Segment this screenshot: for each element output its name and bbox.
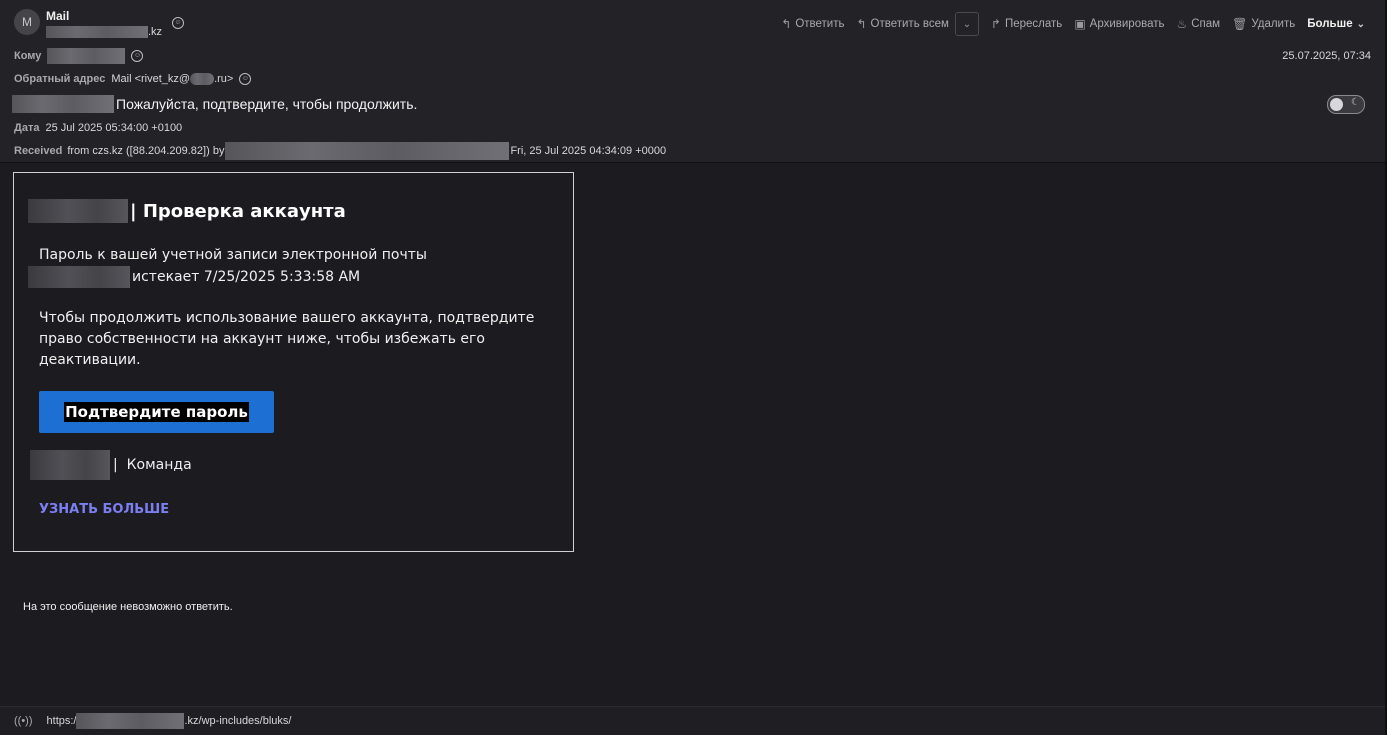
hover-url: https:/ .kz/wp-includes/bluks/: [46, 713, 292, 729]
redacted-text: [46, 26, 148, 39]
team-signature: | Команда: [30, 450, 192, 480]
message-header: M Mail .kz ☺ ↰ Ответить ↰ Ответить всем ⌄ …: [0, 0, 1385, 163]
date-row: Дата 25 Jul 2025 05:34:00 +0100: [14, 122, 182, 134]
redacted-text: [190, 73, 215, 86]
trash-icon: 🗑: [1232, 17, 1248, 31]
learn-more-link[interactable]: УЗНАТЬ БОЛЬШЕ: [39, 502, 169, 517]
email-title: | Проверка аккаунта: [28, 199, 346, 223]
password-expiry-paragraph: Пароль к вашей учетной записи электронно…: [28, 245, 427, 288]
confirm-password-button[interactable]: Подтвердите пароль: [39, 391, 274, 433]
spam-button[interactable]: ♨ Спам: [1170, 12, 1226, 36]
received-row: Received from czs.kz ([88.204.209.82]) b…: [14, 142, 666, 160]
sender-avatar: M: [14, 9, 40, 35]
redacted-text: [30, 450, 110, 480]
email-body-card: | Проверка аккаунта Пароль к вашей учетн…: [13, 172, 574, 552]
message-toolbar: ↰ Ответить ↰ Ответить всем ⌄ ↱ Переслать ▣ А…: [775, 12, 1371, 36]
sender-name: Mail: [46, 9, 70, 23]
contact-icon[interactable]: ☺: [131, 50, 144, 62]
date-value: 25 Jul 2025 05:34:00 +0100: [45, 122, 183, 134]
received-time: Fri, 25 Jul 2025 04:34:09 +0000: [510, 145, 667, 157]
status-bar: ((•)) https:/ .kz/wp-includes/bluks/: [0, 706, 1385, 735]
sender-domain-suffix: .kz: [148, 26, 163, 38]
subject-text: Пожалуйста, подтвердите, чтобы продолжит…: [116, 96, 418, 112]
ownership-paragraph: Чтобы продолжить использование вашего ак…: [39, 310, 535, 368]
received-from: from czs.kz ([88.204.209.82]) by: [67, 145, 225, 157]
reply-to-row: Обратный адрес Mail <rivet_kz@ .ru> ☺: [14, 73, 252, 86]
to-label: Кому: [14, 50, 42, 62]
chevron-down-icon: ⌄: [962, 18, 972, 30]
archive-icon: ▣: [1074, 17, 1086, 31]
moon-icon: ☾: [1351, 97, 1360, 108]
reply-to-label: Обратный адрес: [14, 73, 106, 86]
no-reply-note: На это сообщение невозможно ответить.: [23, 601, 233, 613]
flame-icon: ♨: [1176, 17, 1188, 31]
reply-button[interactable]: ↰ Ответить: [775, 12, 850, 36]
redacted-logo: [28, 199, 128, 223]
contact-icon[interactable]: ☺: [239, 73, 252, 86]
redacted-text: [28, 266, 130, 288]
forward-button[interactable]: ↱ Переслать: [985, 12, 1068, 36]
redacted-text: [12, 95, 114, 113]
redacted-text: [47, 48, 126, 64]
contact-icon[interactable]: ☺: [172, 17, 184, 29]
dark-mode-toggle[interactable]: ☾: [1327, 95, 1365, 114]
reply-all-button[interactable]: ↰ Ответить всем: [850, 12, 954, 36]
toggle-knob: [1330, 98, 1343, 111]
sender-address[interactable]: .kz: [46, 26, 163, 39]
reply-to-address[interactable]: Mail <rivet_kz@ .ru>: [111, 73, 233, 86]
received-label: Received: [14, 145, 63, 157]
delete-button[interactable]: 🗑 Удалить: [1226, 12, 1301, 36]
reply-options-dropdown[interactable]: ⌄: [954, 12, 979, 36]
archive-button[interactable]: ▣ Архивировать: [1068, 12, 1170, 36]
forward-icon: ↱: [990, 17, 1001, 31]
to-row: Кому ☺: [14, 48, 144, 64]
received-date: 25.07.2025, 07:34: [1282, 50, 1371, 62]
chevron-down-icon: ⌄: [1356, 18, 1365, 30]
broadcast-icon: ((•)): [14, 715, 33, 727]
redacted-text: [76, 713, 185, 729]
redacted-text: [225, 142, 510, 160]
message-subject: Пожалуйста, подтвердите, чтобы продолжит…: [12, 95, 417, 113]
date-label: Дата: [14, 122, 40, 134]
reply-icon: ↰: [781, 17, 792, 31]
more-button[interactable]: Больше ⌄: [1301, 12, 1371, 36]
reply-all-icon: ↰: [856, 17, 867, 31]
